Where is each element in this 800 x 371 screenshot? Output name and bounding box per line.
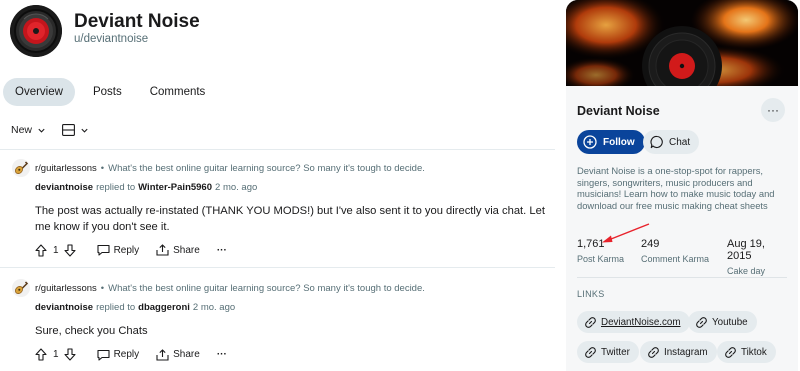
more-options-button[interactable]: ··· [217, 245, 227, 256]
reply-label: Reply [113, 244, 140, 256]
links-heading: LINKS [577, 289, 605, 299]
link-label: Tiktok [741, 346, 767, 358]
profile-avatar [10, 5, 62, 57]
link-instagram[interactable]: Instagram [640, 341, 717, 363]
comment-author[interactable]: deviantnoise [35, 302, 93, 313]
comment-card[interactable]: r/guitarlessons • What's the best online… [12, 279, 552, 364]
profile-name: Deviant Noise [74, 11, 200, 32]
chat-label: Chat [669, 136, 691, 148]
annotation-arrow [602, 223, 650, 243]
more-options-button[interactable]: ··· [217, 349, 227, 360]
reply-icon [97, 349, 110, 361]
profile-description: Deviant Noise is a one-stop-spot for rap… [577, 165, 775, 212]
link-label: Youtube [712, 316, 748, 328]
view-layout-dropdown[interactable] [62, 124, 89, 136]
vote-score: 1 [53, 349, 59, 360]
comment-author[interactable]: deviantnoise [35, 182, 93, 193]
reply-label: Reply [113, 349, 140, 360]
downvote-button[interactable] [64, 348, 76, 361]
chat-icon [650, 135, 664, 149]
tab-posts[interactable]: Posts [81, 78, 134, 106]
link-twitter[interactable]: Twitter [577, 341, 639, 363]
chat-button[interactable]: Chat [643, 130, 700, 154]
share-icon [156, 348, 169, 361]
post-title-link[interactable]: What's the best online guitar learning s… [108, 163, 425, 174]
link-icon [585, 346, 596, 358]
guitar-icon [12, 159, 30, 177]
chevron-down-icon [80, 126, 89, 135]
link-icon [648, 346, 659, 358]
tab-comments[interactable]: Comments [138, 78, 218, 106]
downvote-button[interactable] [64, 243, 76, 257]
subreddit-link[interactable]: r/guitarlessons [35, 283, 97, 294]
link-deviantnoise[interactable]: DeviantNoise.com [577, 311, 690, 333]
chevron-down-icon [37, 126, 46, 135]
reply-button[interactable]: Reply [97, 349, 140, 361]
share-label: Share [173, 349, 200, 360]
comment-body: Sure, check you Chats [35, 325, 148, 337]
reply-button[interactable]: Reply [97, 244, 140, 256]
comment-karma-label: Comment Karma [641, 254, 710, 264]
upvote-button[interactable] [35, 348, 47, 361]
upvote-button[interactable] [35, 243, 47, 257]
replied-to-user[interactable]: Winter-Pain5960 [138, 182, 212, 193]
plus-circle-icon [583, 135, 597, 149]
divider [577, 277, 787, 278]
share-button[interactable]: Share [156, 244, 200, 256]
link-youtube[interactable]: Youtube [688, 311, 757, 333]
vote-score: 1 [53, 244, 59, 256]
sort-label: New [11, 124, 33, 136]
profile-sidebar: Deviant Noise ··· Follow Chat Deviant No… [566, 0, 798, 371]
comment-actions: 1 Reply Share ··· [35, 346, 552, 364]
divider [0, 267, 555, 268]
profile-banner [566, 0, 798, 86]
link-tiktok[interactable]: Tiktok [717, 341, 776, 363]
post-title-link[interactable]: What's the best online guitar learning s… [108, 283, 425, 294]
link-icon [725, 346, 736, 358]
link-label: Twitter [601, 346, 630, 358]
profile-username: u/deviantnoise [74, 33, 149, 45]
replied-to-user[interactable]: dbaggeroni [138, 302, 190, 313]
guitar-icon [12, 279, 30, 297]
sort-row: New [11, 124, 89, 136]
cake-day-value: Aug 19, 2015 [727, 238, 765, 262]
link-label: Instagram [664, 346, 708, 358]
layout-icon [62, 124, 75, 136]
comment-body: The post was actually re-instated (THANK… [35, 205, 545, 233]
comment-actions: 1 Reply Share ··· [35, 241, 552, 259]
link-label: DeviantNoise.com [601, 316, 681, 328]
share-label: Share [173, 244, 200, 256]
share-icon [156, 244, 169, 256]
cake-day-label: Cake day [727, 266, 766, 276]
replied-to-label: replied to [96, 182, 136, 193]
reply-icon [97, 244, 110, 256]
post-karma-label: Post Karma [577, 254, 625, 264]
sidebar-title: Deviant Noise [577, 104, 660, 118]
subreddit-link[interactable]: r/guitarlessons [35, 163, 97, 174]
profile-tabs: Overview Posts Comments [3, 78, 217, 106]
replied-to-label: replied to [96, 302, 136, 313]
separator-dot: • [100, 162, 105, 174]
follow-button[interactable]: Follow [577, 130, 645, 154]
sort-dropdown[interactable]: New [11, 124, 46, 136]
follow-label: Follow [603, 136, 635, 148]
link-icon [585, 316, 596, 328]
comment-card[interactable]: r/guitarlessons • What's the best online… [12, 159, 552, 259]
cake-day-stat: Aug 19, 2015 Cake day [727, 238, 789, 276]
comment-age: 2 mo. ago [215, 182, 258, 193]
divider [0, 149, 555, 150]
comment-age: 2 mo. ago [192, 302, 236, 313]
link-icon [696, 316, 707, 328]
tab-overview[interactable]: Overview [3, 78, 75, 106]
share-button[interactable]: Share [156, 348, 200, 361]
sidebar-more-button[interactable]: ··· [761, 98, 785, 122]
separator-dot: • [100, 282, 105, 294]
